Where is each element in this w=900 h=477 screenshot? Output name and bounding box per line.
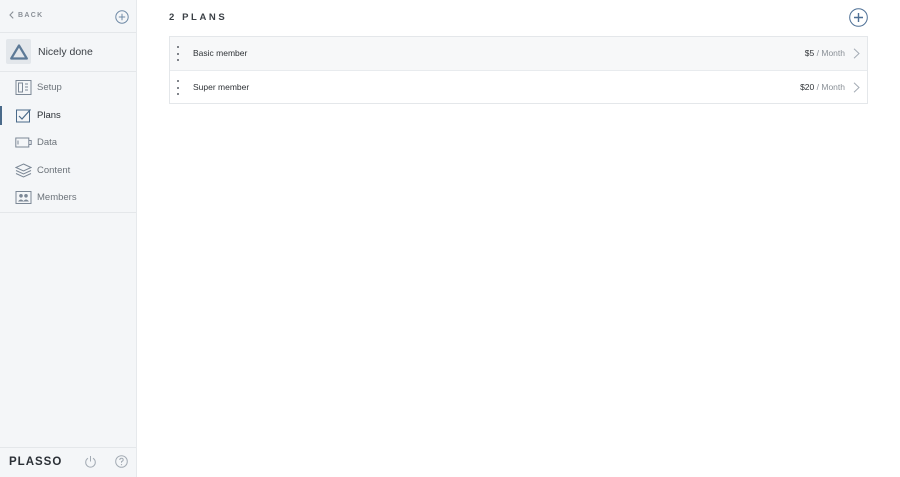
drag-handle-icon[interactable] xyxy=(177,80,180,95)
account-logo xyxy=(6,39,31,64)
plan-price: $5 / Month xyxy=(805,48,845,58)
add-plan-button[interactable] xyxy=(849,8,868,27)
chevron-left-icon xyxy=(9,11,14,19)
sidebar-header: BACK xyxy=(0,0,136,33)
plan-row[interactable]: Super member $20 / Month xyxy=(170,70,867,103)
sidebar-item-plans[interactable]: Plans xyxy=(0,102,136,130)
data-icon xyxy=(15,137,32,148)
plan-name: Basic member xyxy=(193,48,248,58)
price-amount: $5 xyxy=(804,48,815,58)
back-button[interactable]: BACK xyxy=(9,11,43,19)
account-switcher[interactable]: Nicely done xyxy=(0,33,136,72)
plan-name: Super member xyxy=(193,82,250,92)
sidebar-item-content[interactable]: Content xyxy=(0,157,136,185)
chevron-right-icon xyxy=(853,82,860,93)
sidebar: BACK Nicely done Setup Plans Data Conten… xyxy=(0,0,137,477)
sidebar-item-label: Plans xyxy=(37,109,61,121)
chevron-right-icon xyxy=(853,48,860,59)
price-period: Month xyxy=(821,82,845,92)
price-separator: / xyxy=(816,48,819,58)
sidebar-item-label: Data xyxy=(37,137,58,148)
plans-icon xyxy=(16,108,31,122)
sidebar-footer: PLASSO xyxy=(0,447,136,477)
back-label: BACK xyxy=(18,11,44,19)
triangle-logo-icon xyxy=(9,43,28,60)
sidebar-item-setup[interactable]: Setup xyxy=(0,74,136,102)
sidebar-item-members[interactable]: Members xyxy=(0,184,136,212)
page-title: 2 PLANS xyxy=(169,12,228,23)
price-amount: $20 xyxy=(800,82,815,92)
main-content: 2 PLANS Basic member $5 / Month Super me… xyxy=(137,0,900,477)
sidebar-divider xyxy=(0,212,136,213)
sidebar-nav: Setup Plans Data Content Members xyxy=(0,72,136,212)
price-separator: / xyxy=(816,82,819,92)
sidebar-item-label: Content xyxy=(37,164,71,176)
brand-logo: PLASSO xyxy=(9,456,63,468)
sidebar-item-data[interactable]: Data xyxy=(0,129,136,157)
setup-icon xyxy=(15,80,32,95)
content-icon xyxy=(15,162,32,178)
add-circle-icon[interactable] xyxy=(115,10,129,24)
plan-list: Basic member $5 / Month Super member $20… xyxy=(169,36,868,104)
plan-row[interactable]: Basic member $5 / Month xyxy=(170,37,867,70)
drag-handle-icon[interactable] xyxy=(177,46,180,61)
account-name: Nicely done xyxy=(38,46,93,58)
power-icon[interactable] xyxy=(84,455,97,468)
plan-price: $20 / Month xyxy=(800,82,845,92)
sidebar-item-label: Setup xyxy=(37,82,62,93)
price-period: Month xyxy=(821,48,845,58)
sidebar-item-label: Members xyxy=(37,192,77,203)
members-icon xyxy=(15,191,32,204)
help-icon[interactable] xyxy=(115,455,128,468)
